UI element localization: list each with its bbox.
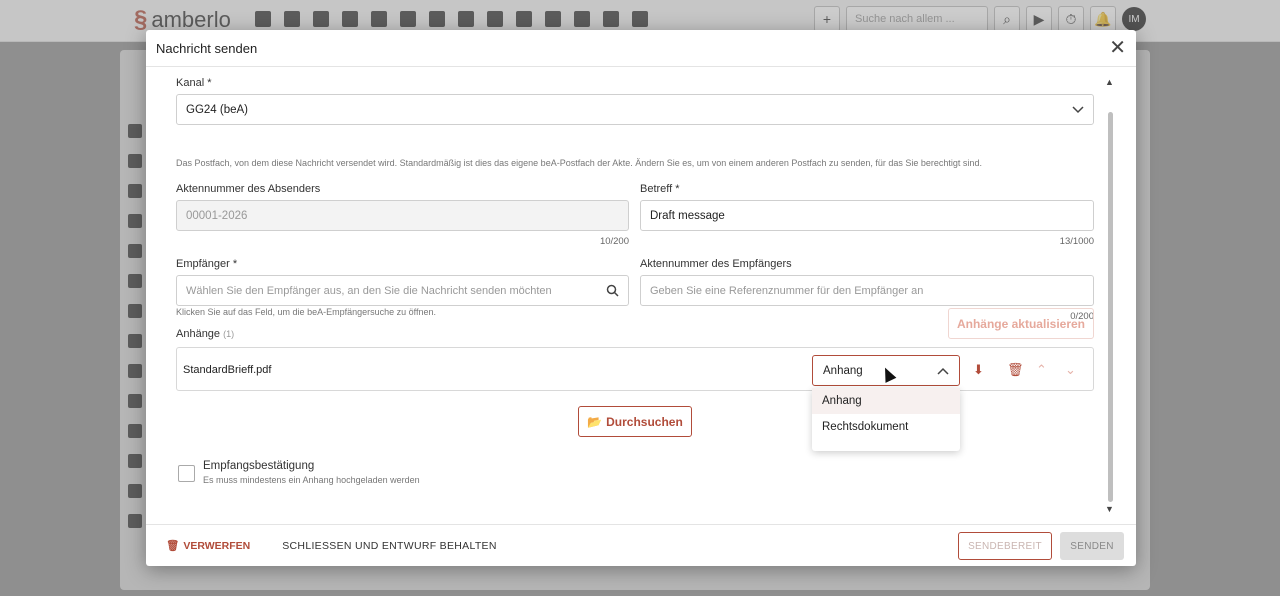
trash-icon[interactable]: 🗑 [1007,362,1024,378]
receipt-checkbox[interactable] [178,465,195,482]
trash-icon: 🗑 [166,540,180,552]
nav-icon[interactable] [128,394,142,408]
nav-icon[interactable] [128,484,142,498]
attachment-type-value: Anhang [823,364,863,377]
reports-icon[interactable] [632,11,648,27]
search-icon [606,284,619,297]
chevron-down-icon [1072,105,1084,113]
money-icon[interactable] [487,11,503,27]
mail-icon[interactable] [574,11,590,27]
receipt-label: Empfangsbestätigung [203,460,315,472]
move-up-icon[interactable]: ⌃ [1036,362,1047,378]
nav-icon[interactable] [128,244,142,258]
nav-icon[interactable] [128,274,142,288]
subject-label: Betreff * [640,183,680,195]
nav-icon[interactable] [128,364,142,378]
nav-icon[interactable] [128,454,142,468]
channel-label: Kanal * [176,77,212,89]
stopwatch-icon[interactable]: ⏱ [1058,6,1084,32]
bell-icon[interactable]: 🔔 [1090,6,1116,32]
attachment-file-name[interactable]: StandardBrieff.pdf [183,364,271,376]
court-icon[interactable] [400,11,416,27]
subject-counter: 13/1000 [1059,236,1094,247]
matters-icon[interactable] [313,11,329,27]
recipient-ref-label: Aktennummer des Empfängers [640,258,792,270]
dialog-title: Nachricht senden [156,40,258,56]
tasks-icon[interactable] [342,11,358,27]
nav-icon[interactable] [128,124,142,138]
recipient-hint: Klicken Sie auf das Feld, um die beA-Emp… [176,307,436,317]
dropdown-option-anhang[interactable]: Anhang [812,388,960,414]
channel-select[interactable]: GG24 (beA) [176,94,1094,125]
discard-label: VERWERFEN [183,539,251,552]
billing-icon[interactable] [371,11,387,27]
scroll-down-icon[interactable]: ▼ [1105,504,1114,514]
sender-ref-counter: 10/200 [599,236,629,247]
search-icon[interactable]: ⌕ [994,6,1020,32]
hourglass-icon[interactable] [458,11,474,27]
channel-hint: Das Postfach, von dem diese Nachricht ve… [176,158,982,168]
browse-button-label: Durchsuchen [606,414,683,429]
nav-icon[interactable] [128,334,142,348]
recipient-label: Empfänger * [176,258,238,270]
nav-icon[interactable] [128,214,142,228]
move-down-icon[interactable]: ⌄ [1065,362,1076,378]
subject-input[interactable]: Draft message [640,200,1094,231]
channel-value: GG24 (beA) [186,103,248,116]
folder-open-icon: 📂 [587,414,603,429]
sender-ref-input[interactable]: 00001-2026 [176,200,629,231]
download-icon[interactable]: ⬇ [973,362,984,378]
attachment-type-dropdown: Anhang Rechtsdokument [812,388,960,451]
scroll-up-icon[interactable]: ▲ [1105,77,1114,87]
nav-icon[interactable] [128,304,142,318]
discard-button[interactable]: 🗑 VERWERFEN [166,539,251,553]
folder-icon[interactable] [516,11,532,27]
refresh-attachments-button[interactable]: Anhänge aktualisieren [948,308,1094,339]
attachments-label-text: Anhänge [176,328,221,340]
nav-icon[interactable] [128,424,142,438]
recipient-ref-placeholder: Geben Sie eine Referenznummer für den Em… [650,284,924,297]
nav-icon[interactable] [128,154,142,168]
dialog-footer: 🗑 VERWERFEN SCHLIESSEN UND ENTWURF BEHAL… [146,524,1136,566]
recipient-search-input[interactable]: Wählen Sie den Empfänger aus, an den Sie… [176,275,629,306]
close-keep-draft-button[interactable]: SCHLIESSEN UND ENTWURF BEHALTEN [282,540,496,552]
dashboard-icon[interactable] [255,11,271,27]
browse-button[interactable]: 📂 Durchsuchen [578,406,692,437]
recipient-ref-input[interactable]: Geben Sie eine Referenznummer für den Em… [640,275,1094,306]
chevron-up-icon [937,367,949,375]
send-button[interactable]: SENDEN [1060,532,1124,560]
calendar-icon[interactable] [429,11,445,27]
global-search-input[interactable]: Suche nach allem ... [846,6,988,32]
toolbar-icons [255,11,648,27]
dropdown-option-rechtsdokument[interactable]: Rechtsdokument [812,414,960,440]
nav-icon[interactable] [128,514,142,528]
scrollbar[interactable] [1108,112,1113,502]
inbox-icon[interactable] [603,11,619,27]
attachments-count: (1) [223,329,235,339]
ready-to-send-button[interactable]: SENDEBEREIT [958,532,1052,560]
document-search-icon[interactable] [545,11,561,27]
toolbar-right: + Suche nach allem ... ⌕ ▶ ⏱ 🔔 IM [814,6,1146,32]
recipient-placeholder: Wählen Sie den Empfänger aus, an den Sie… [186,284,552,297]
dialog-body: ▲ ▼ Kanal * GG24 (beA) Das Postfach, von… [146,67,1136,525]
receipt-hint: Es muss mindestens ein Anhang hochgelade… [203,475,420,485]
attachments-label: Anhänge (1) [176,328,234,340]
contacts-icon[interactable] [284,11,300,27]
nav-icon[interactable] [128,184,142,198]
close-icon[interactable]: ✕ [1109,38,1126,58]
send-message-dialog: Nachricht senden ✕ ▲ ▼ Kanal * GG24 (beA… [146,30,1136,566]
dialog-header: Nachricht senden ✕ [146,30,1136,67]
play-icon[interactable]: ▶ [1026,6,1052,32]
avatar[interactable]: IM [1122,7,1146,31]
sender-ref-label: Aktennummer des Absenders [176,183,321,195]
add-icon[interactable]: + [814,6,840,32]
